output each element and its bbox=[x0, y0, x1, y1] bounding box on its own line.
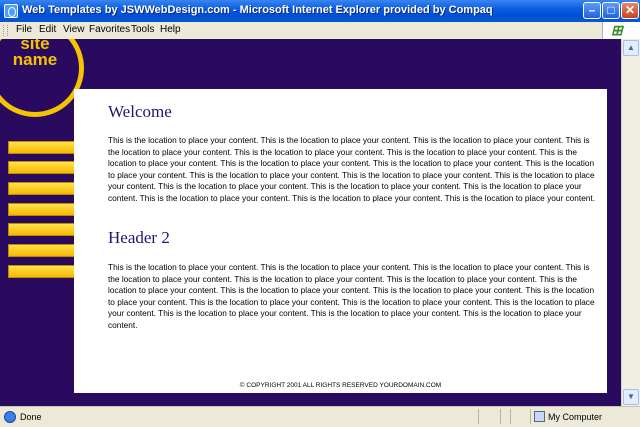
minimize-button[interactable]: – bbox=[583, 2, 601, 19]
content-panel: Welcome This is the location to place yo… bbox=[74, 89, 607, 393]
status-divider bbox=[500, 409, 501, 424]
security-zone: My Computer bbox=[548, 412, 603, 422]
my-computer-icon bbox=[534, 411, 545, 422]
status-divider bbox=[510, 409, 511, 424]
scroll-down-icon[interactable]: ▼ bbox=[623, 389, 639, 405]
menu-help[interactable]: Help bbox=[160, 24, 181, 35]
window-title: Web Templates by JSWWebDesign.com - Micr… bbox=[22, 4, 493, 16]
status-text: Done bbox=[20, 412, 42, 422]
status-bar: Done My Computer bbox=[0, 406, 640, 427]
paragraph-2: This is the location to place your conte… bbox=[108, 262, 595, 330]
maximize-button[interactable]: □ bbox=[602, 2, 620, 19]
toolbar-grip[interactable] bbox=[3, 25, 8, 36]
vertical-scrollbar[interactable]: ▲ ▼ bbox=[621, 39, 640, 406]
menu-edit[interactable]: Edit bbox=[39, 24, 56, 35]
menu-tools[interactable]: Tools bbox=[131, 24, 154, 35]
ie-app-icon[interactable] bbox=[4, 4, 18, 18]
copyright-footer: © COPYRIGHT 2001 ALL RIGHTS RESERVED YOU… bbox=[239, 382, 442, 389]
menu-file[interactable]: File bbox=[16, 24, 32, 35]
site-logo[interactable]: site name bbox=[0, 39, 84, 117]
paragraph-1: This is the location to place your conte… bbox=[108, 135, 596, 203]
menu-bar: File Edit View Favorites Tools Help bbox=[0, 22, 640, 40]
scroll-up-icon[interactable]: ▲ bbox=[623, 40, 639, 56]
status-divider bbox=[530, 409, 531, 424]
logo-text: site name bbox=[0, 39, 70, 68]
browser-viewport: site name Welcome This is the location t… bbox=[0, 39, 621, 406]
page-title: Welcome bbox=[108, 102, 172, 121]
status-divider bbox=[478, 409, 479, 424]
logo-line-2: name bbox=[12, 50, 58, 69]
title-bar: Web Templates by JSWWebDesign.com - Micr… bbox=[0, 0, 640, 22]
page-done-icon bbox=[4, 411, 16, 423]
menu-favorites[interactable]: Favorites bbox=[89, 24, 130, 35]
section-heading: Header 2 bbox=[108, 228, 170, 247]
close-button[interactable]: ✕ bbox=[621, 2, 639, 19]
windows-logo-icon: ⊞ bbox=[602, 22, 640, 39]
menu-view[interactable]: View bbox=[63, 24, 85, 35]
